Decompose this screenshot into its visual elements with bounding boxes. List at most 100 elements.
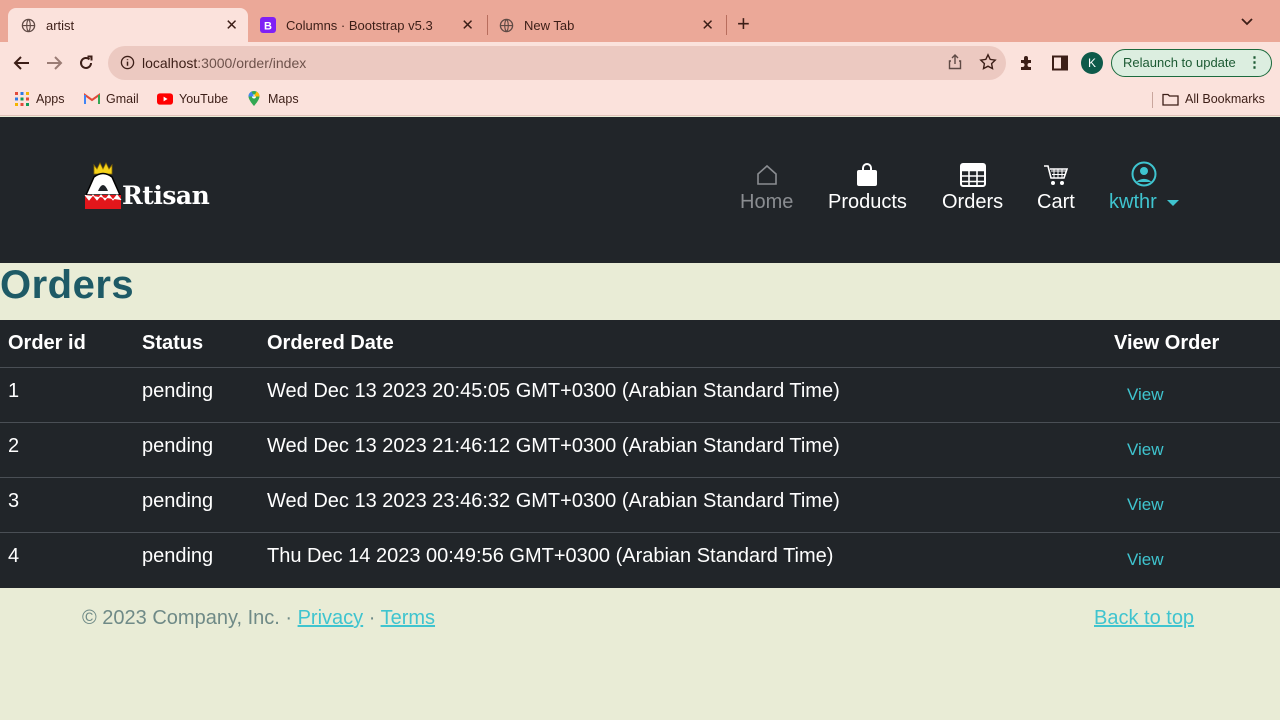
bootstrap-icon: B xyxy=(260,17,276,33)
close-tab-icon[interactable]: ✕ xyxy=(225,16,238,34)
tab-title: New Tab xyxy=(524,17,575,33)
user-circle-icon xyxy=(1131,159,1157,187)
bookmark-apps[interactable]: Apps xyxy=(14,92,65,106)
artisan-logo[interactable]: Rtisan xyxy=(84,161,210,213)
nav-products[interactable]: Products xyxy=(828,159,907,214)
site-navbar: Rtisan Home Products Orders Cart kwthr xyxy=(0,117,1280,263)
status-cell: pending xyxy=(142,435,214,457)
tab-divider xyxy=(487,15,488,35)
tab-bootstrap-columns[interactable]: B Columns · Bootstrap v5.3 ✕ xyxy=(256,8,484,42)
bookmark-label: Apps xyxy=(36,92,65,106)
orders-table: Order id Status Ordered Date View Order … xyxy=(0,320,1280,588)
share-icon[interactable] xyxy=(948,54,962,75)
view-order-link[interactable]: View xyxy=(1127,385,1164,405)
site-info-icon[interactable] xyxy=(120,55,135,75)
ordered-date-cell: Wed Dec 13 2023 23:46:32 GMT+0300 (Arabi… xyxy=(267,490,840,512)
relaunch-label: Relaunch to update xyxy=(1123,55,1236,70)
folder-icon xyxy=(1161,92,1179,106)
globe-icon xyxy=(498,17,514,33)
bookmark-label: YouTube xyxy=(179,92,229,106)
view-order-link[interactable]: View xyxy=(1127,440,1164,460)
nav-home-label: Home xyxy=(740,191,794,213)
order-id-cell: 4 xyxy=(8,545,20,567)
shopping-bag-icon xyxy=(856,159,878,187)
browser-tab-strip: artist ✕ B Columns · Bootstrap v5.3 ✕ Ne… xyxy=(0,0,1280,42)
address-bar[interactable]: localhost:3000/order/index xyxy=(108,46,1006,80)
order-id-cell: 1 xyxy=(8,380,20,402)
svg-text:B: B xyxy=(264,21,272,33)
tab-search-chevron-icon[interactable] xyxy=(1240,14,1254,32)
nav-orders-label: Orders xyxy=(942,191,1004,213)
status-cell: pending xyxy=(142,380,214,402)
house-icon xyxy=(755,159,779,187)
maps-pin-icon xyxy=(246,91,262,106)
table-row: 4 pending Thu Dec 14 2023 00:49:56 GMT+0… xyxy=(0,533,1280,588)
bookmarks-bar: Apps Gmail YouTube Maps All Bookmarks xyxy=(0,84,1280,116)
column-header-view-order: View Order xyxy=(1114,332,1220,354)
back-to-top-link[interactable]: Back to top xyxy=(1094,607,1194,630)
nav-orders[interactable]: Orders xyxy=(942,159,1003,214)
reload-icon[interactable] xyxy=(74,52,98,74)
privacy-link[interactable]: Privacy xyxy=(298,607,364,629)
order-id-cell: 2 xyxy=(8,435,20,457)
bookmarks-divider xyxy=(1152,92,1153,108)
forward-arrow-icon[interactable] xyxy=(42,52,66,74)
all-bookmarks[interactable]: All Bookmarks xyxy=(1161,92,1265,106)
footer-copyright: © 2023 Company, Inc. · Privacy · Terms xyxy=(82,607,435,630)
page-title: Orders xyxy=(0,263,135,307)
footer-separator: · xyxy=(363,607,381,629)
column-header-ordered-date: Ordered Date xyxy=(267,332,394,354)
apps-grid-icon xyxy=(14,92,30,106)
view-order-link[interactable]: View xyxy=(1127,495,1164,515)
nav-cart[interactable]: Cart xyxy=(1037,159,1075,214)
profile-avatar[interactable]: K xyxy=(1081,52,1103,74)
tab-artist[interactable]: artist ✕ xyxy=(8,8,248,42)
nav-cart-label: Cart xyxy=(1037,191,1075,213)
ordered-date-cell: Thu Dec 14 2023 00:49:56 GMT+0300 (Arabi… xyxy=(267,545,834,567)
nav-user-label: kwthr xyxy=(1109,191,1157,213)
shopping-cart-icon xyxy=(1043,159,1069,187)
more-vertical-icon[interactable]: ⋮ xyxy=(1247,50,1262,76)
terms-link[interactable]: Terms xyxy=(381,607,435,629)
browser-toolbar: localhost:3000/order/index K Relaunch to… xyxy=(0,42,1280,84)
bookmark-youtube[interactable]: YouTube xyxy=(157,92,228,106)
bookmark-label: All Bookmarks xyxy=(1185,92,1265,106)
nav-user-dropdown[interactable]: kwthr xyxy=(1109,159,1179,214)
bookmark-gmail[interactable]: Gmail xyxy=(84,92,139,106)
nav-home[interactable]: Home xyxy=(740,159,793,214)
column-header-order-id: Order id xyxy=(8,332,86,354)
nav-products-label: Products xyxy=(828,191,907,213)
url-text[interactable]: localhost:3000/order/index xyxy=(142,55,306,71)
logo-crown-icon xyxy=(84,162,122,209)
status-cell: pending xyxy=(142,545,214,567)
view-order-link[interactable]: View xyxy=(1127,550,1164,570)
url-path: :3000/order/index xyxy=(197,55,307,71)
ordered-date-cell: Wed Dec 13 2023 20:45:05 GMT+0300 (Arabi… xyxy=(267,380,840,402)
tab-new-tab[interactable]: New Tab ✕ xyxy=(494,8,724,42)
url-host: localhost xyxy=(142,55,198,71)
back-arrow-icon[interactable] xyxy=(10,52,34,74)
relaunch-button[interactable]: Relaunch to update ⋮ xyxy=(1111,49,1272,77)
table-row: 1 pending Wed Dec 13 2023 20:45:05 GMT+0… xyxy=(0,368,1280,423)
ordered-date-cell: Wed Dec 13 2023 21:46:12 GMT+0300 (Arabi… xyxy=(267,435,840,457)
gmail-icon xyxy=(84,92,100,106)
youtube-icon xyxy=(157,92,173,106)
side-panel-icon[interactable] xyxy=(1052,55,1068,76)
globe-icon xyxy=(20,17,36,33)
bookmark-maps[interactable]: Maps xyxy=(246,91,299,106)
order-id-cell: 3 xyxy=(8,490,20,512)
bookmark-label: Maps xyxy=(268,92,299,106)
bookmark-star-icon[interactable] xyxy=(979,53,997,76)
close-tab-icon[interactable]: ✕ xyxy=(461,16,474,34)
extensions-puzzle-icon[interactable] xyxy=(1018,54,1036,77)
tab-divider xyxy=(726,15,727,35)
bookmark-label: Gmail xyxy=(106,92,139,106)
tab-title: Columns · Bootstrap v5.3 xyxy=(286,17,433,33)
new-tab-plus-icon[interactable]: + xyxy=(737,13,750,35)
table-row: 2 pending Wed Dec 13 2023 21:46:12 GMT+0… xyxy=(0,423,1280,478)
tab-title: artist xyxy=(46,17,75,33)
copyright-text: © 2023 Company, Inc. · xyxy=(82,607,298,629)
status-cell: pending xyxy=(142,490,214,512)
close-tab-icon[interactable]: ✕ xyxy=(701,16,714,34)
table-header: Order id Status Ordered Date View Order xyxy=(0,320,1280,368)
